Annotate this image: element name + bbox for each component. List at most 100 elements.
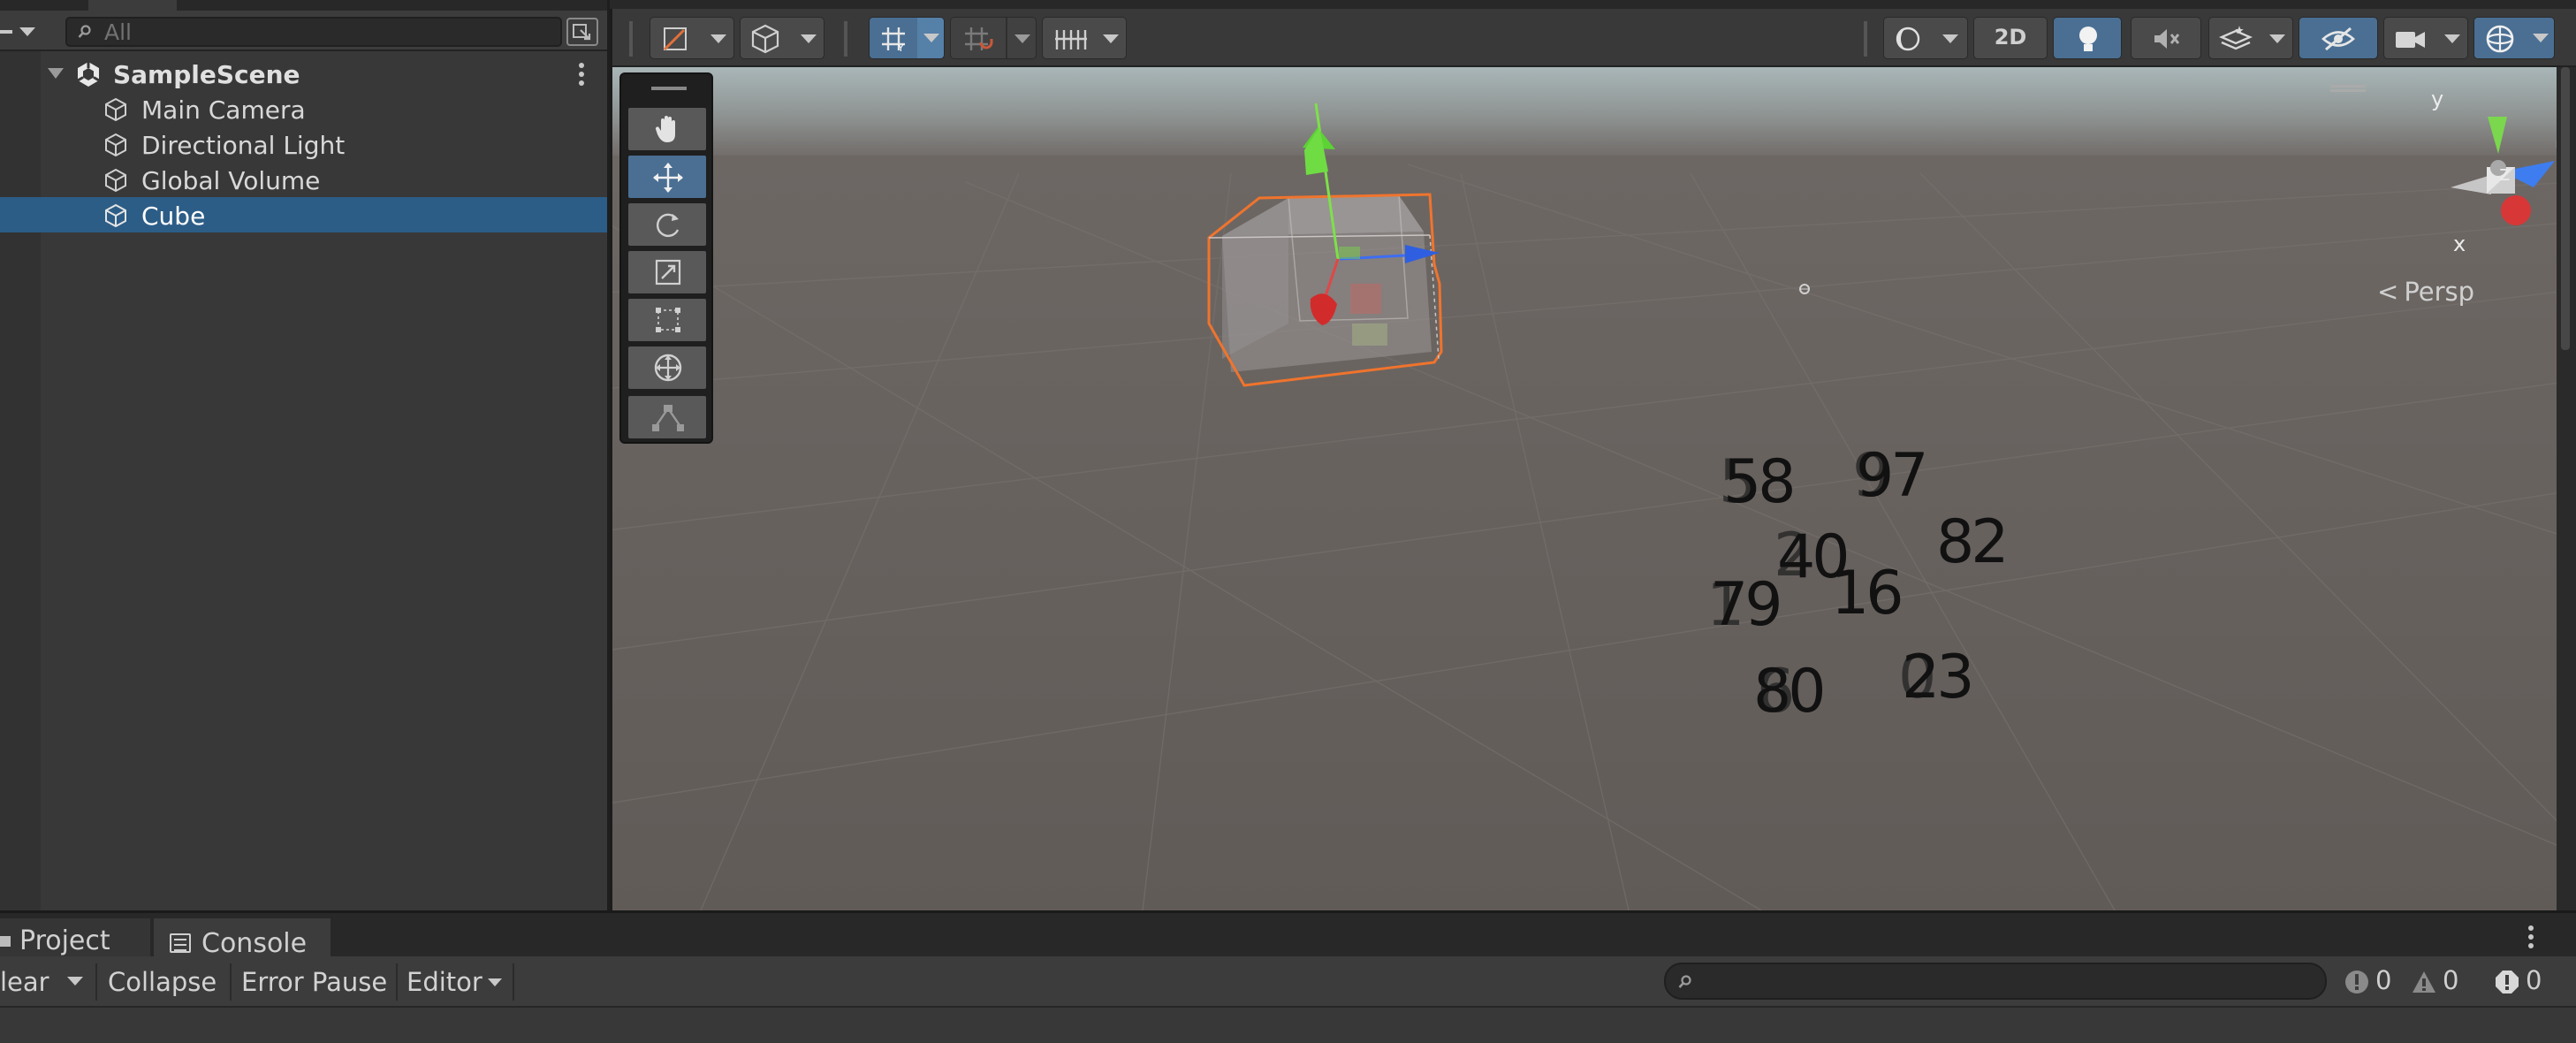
tab-console[interactable]: Console <box>154 918 331 959</box>
gizmo-x-label: x <box>2453 232 2466 256</box>
projection-toggle[interactable]: < Persp <box>2377 277 2474 307</box>
editor-target-dropdown[interactable]: Editor <box>407 961 513 1003</box>
gizmo-z-label: z <box>2499 161 2511 186</box>
clear-options-dropdown[interactable] <box>58 961 94 1003</box>
perspective-icon: < <box>2377 277 2399 307</box>
overlay-grip-icon[interactable] <box>651 87 687 90</box>
scene-visibility-toggle[interactable] <box>2299 17 2378 59</box>
sphere-shading-icon <box>1896 27 1920 51</box>
collapse-button[interactable]: Collapse <box>108 961 217 1003</box>
shading-dropdown[interactable] <box>740 17 824 59</box>
foldout-arrow-icon[interactable] <box>48 68 64 79</box>
tab-label: Project <box>19 925 110 956</box>
console-log-list[interactable] <box>0 1008 2576 1043</box>
hierarchy-item-directional-light[interactable]: Directional Light <box>0 126 607 162</box>
render-mode-dropdown[interactable] <box>1883 17 1968 59</box>
log-count-toggle[interactable]: 0 <box>2344 965 2391 1001</box>
increment-snap-dropdown[interactable] <box>950 17 1037 59</box>
toolbar-separator <box>1864 21 1867 57</box>
scene-root-row[interactable]: SampleScene <box>0 56 607 91</box>
pick-icon <box>573 24 591 41</box>
rect-tool-button[interactable] <box>628 299 706 341</box>
camera-settings-dropdown[interactable] <box>2383 17 2468 59</box>
2d-label: 2D <box>1994 25 2027 49</box>
move-tool-button[interactable] <box>628 156 706 198</box>
gameobject-icon <box>105 133 126 157</box>
scene-number-label: 79 <box>1710 570 1783 640</box>
chevron-down-icon <box>2269 34 2285 43</box>
draw-mode-dropdown[interactable] <box>650 17 734 59</box>
console-search-input[interactable] <box>1705 968 2314 996</box>
toolbar-separator <box>844 21 847 57</box>
scene-number-label: 82 <box>1936 507 2010 577</box>
2d-toggle-button[interactable]: 2D <box>1973 17 2048 59</box>
scene-render <box>612 67 2557 910</box>
hierarchy-toolbar <box>0 11 607 51</box>
scale-icon <box>655 259 681 285</box>
hand-tool-button[interactable] <box>628 108 706 150</box>
grid-dropdown-segment[interactable] <box>917 18 944 58</box>
hierarchy-panel: SampleScene Main Camera Directional Ligh… <box>0 0 610 910</box>
panel-menu-icon[interactable] <box>2527 925 2534 952</box>
scene-number-label: 58 <box>1723 447 1797 517</box>
hierarchy-search-input[interactable] <box>104 20 546 43</box>
gizmos-dropdown[interactable] <box>2473 17 2555 59</box>
overlay-grip-icon[interactable] <box>2330 85 2366 92</box>
lighting-toggle-button[interactable] <box>2053 17 2122 59</box>
tab-project[interactable]: Project <box>0 918 150 959</box>
gameobject-icon <box>105 168 126 193</box>
scrollbar-thumb[interactable] <box>2561 67 2570 350</box>
gizmos-toggle-segment[interactable] <box>2474 18 2526 58</box>
scene-visibility-button[interactable] <box>566 18 598 46</box>
console-search[interactable] <box>1664 963 2327 1000</box>
hand-icon <box>655 116 675 142</box>
minus-icon <box>0 30 12 34</box>
toolbar-grip <box>629 21 633 57</box>
error-pause-button[interactable]: Error Pause <box>241 961 387 1003</box>
hierarchy-item-label: Directional Light <box>141 131 346 160</box>
gizmo-y-label: y <box>2431 87 2444 111</box>
chevron-down-icon <box>1103 34 1119 43</box>
scale-tool-button[interactable] <box>628 251 706 293</box>
gizmo-sphere-icon <box>2486 25 2514 53</box>
warning-count-toggle[interactable]: 0 <box>2411 965 2458 1001</box>
info-icon <box>2345 971 2368 994</box>
editor-target-label: Editor <box>407 967 483 997</box>
hierarchy-item-global-volume[interactable]: Global Volume <box>0 162 607 197</box>
grid-snapping-toggle[interactable]: Y <box>869 17 945 59</box>
search-icon <box>1678 975 1691 988</box>
ruler-dropdown[interactable] <box>1042 17 1127 59</box>
shading-cube-icon <box>751 24 779 54</box>
svg-text:Y: Y <box>897 42 904 53</box>
scene-menu-icon[interactable] <box>578 63 585 86</box>
error-count-toggle[interactable]: 0 <box>2494 965 2542 1001</box>
chevron-down-icon <box>2444 34 2460 43</box>
chevron-down-icon <box>67 977 83 986</box>
chevron-down-icon <box>2533 34 2549 42</box>
hierarchy-tab-strip <box>0 0 607 11</box>
chevron-down-icon <box>488 978 502 986</box>
hierarchy-item-cube[interactable]: Cube <box>0 197 607 232</box>
light-bulb-icon <box>2079 27 2097 51</box>
audio-toggle-button[interactable] <box>2131 17 2201 59</box>
clear-button[interactable]: lear <box>0 961 55 1003</box>
hierarchy-item-main-camera[interactable]: Main Camera <box>0 91 607 126</box>
chevron-down-icon <box>1014 34 1030 43</box>
create-dropdown-button[interactable] <box>0 19 42 44</box>
transform-icon <box>654 354 682 382</box>
toolbar-divider <box>230 963 232 1001</box>
transform-tool-button[interactable] <box>628 346 706 389</box>
effects-dropdown[interactable] <box>2208 17 2293 59</box>
viewport-scrollbar[interactable] <box>2557 67 2576 910</box>
gizmos-dropdown-segment[interactable] <box>2526 18 2554 58</box>
custom-tool-button[interactable] <box>628 396 706 438</box>
hierarchy-tab[interactable] <box>88 0 177 11</box>
scene-viewport[interactable]: 58 <box>612 67 2557 910</box>
rotate-tool-button[interactable] <box>628 203 706 246</box>
bottom-panel-tabs: Project Console <box>0 910 2576 959</box>
toolbar-divider <box>1006 18 1007 58</box>
hierarchy-search[interactable] <box>65 17 562 47</box>
hierarchy-item-label: Cube <box>141 202 206 231</box>
tab-label: Console <box>201 928 308 959</box>
grid-toggle-segment[interactable]: Y <box>870 18 917 58</box>
